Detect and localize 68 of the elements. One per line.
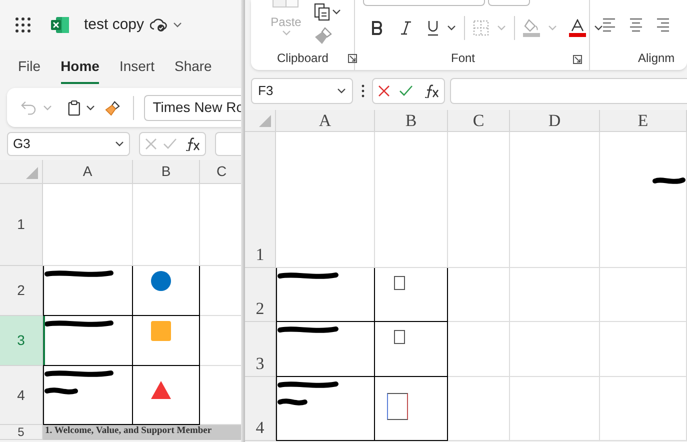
redaction-mark [652, 176, 686, 186]
formula-input[interactable] [450, 78, 687, 104]
function-icon[interactable] [423, 84, 440, 98]
redaction-mark [44, 319, 114, 329]
spreadsheet-logo-icon [51, 16, 69, 34]
missing-glyph-icon [394, 276, 405, 290]
formula-input[interactable] [215, 132, 244, 156]
chevron-icon[interactable] [115, 141, 124, 147]
chevron-icon[interactable] [447, 25, 456, 31]
function-icon[interactable] [184, 137, 200, 151]
ribbon-tab[interactable]: Insert [119, 56, 154, 84]
more-options-icon[interactable] [361, 84, 365, 98]
row-header[interactable]: 3 [0, 316, 43, 366]
ribbon-tab[interactable]: Share [174, 56, 212, 84]
font-color-icon[interactable] [569, 19, 586, 37]
banner-text: 1. Welcome, Value, and Support Member [45, 426, 213, 437]
table-cell [448, 322, 510, 377]
column-header[interactable]: A [276, 110, 375, 132]
column-header[interactable]: D [510, 110, 600, 132]
row-header[interactable]: 1 [245, 132, 276, 268]
group-label: Alignm [638, 50, 675, 67]
document-title[interactable]: test copy [84, 14, 144, 36]
group-label: Clipboard [277, 50, 328, 67]
dialog-launcher-icon[interactable] [573, 55, 582, 64]
missing-glyph-icon [394, 330, 405, 344]
chevron-icon[interactable] [337, 88, 346, 94]
row-header[interactable]: 4 [0, 366, 43, 425]
align-right-icon[interactable] [656, 18, 670, 32]
bold-icon[interactable] [371, 21, 383, 35]
clipboard-icon[interactable] [68, 98, 80, 116]
cloud-saved-icon [150, 18, 168, 32]
ribbon-tab[interactable]: File [18, 56, 41, 84]
column-header[interactable]: A [43, 160, 133, 184]
app-launcher-icon[interactable] [15, 17, 31, 33]
missing-glyph-icon [387, 393, 408, 420]
row-header[interactable]: 4 [245, 377, 276, 441]
underline-icon[interactable] [427, 20, 439, 36]
row-header[interactable]: 1 [0, 184, 43, 266]
italic-icon[interactable] [401, 21, 411, 35]
cancel-icon[interactable] [378, 85, 390, 97]
column-header[interactable]: C [200, 160, 244, 184]
name-box[interactable]: G3 [7, 132, 130, 156]
column-header[interactable]: C [448, 110, 510, 132]
dialog-launcher-icon[interactable] [348, 54, 358, 62]
chevron-icon[interactable] [594, 25, 603, 31]
confirm-icon[interactable] [399, 85, 414, 97]
chevron-icon[interactable] [86, 104, 96, 110]
row-header[interactable]: 2 [0, 266, 43, 316]
chevron-icon[interactable] [173, 22, 182, 28]
align-left-icon[interactable] [602, 18, 616, 32]
row-header[interactable]: 3 [245, 322, 276, 377]
row-header[interactable]: 5 [0, 425, 43, 440]
table-cell [448, 377, 510, 441]
ribbon-tab[interactable]: Home [60, 56, 100, 84]
column-header[interactable]: B [375, 110, 448, 132]
row-header[interactable]: 2 [245, 268, 276, 322]
table-cell [448, 268, 510, 322]
format-painter-icon[interactable] [105, 98, 121, 116]
group-label: Font [451, 50, 476, 67]
column-header[interactable]: E [600, 110, 687, 132]
fill-color-icon[interactable] [523, 19, 540, 37]
name-box[interactable]: F3 [251, 78, 353, 104]
copy-icon[interactable] [314, 3, 330, 21]
align-center-icon[interactable] [629, 18, 643, 32]
font-size-field[interactable] [488, 0, 530, 6]
chevron-icon[interactable] [332, 9, 341, 15]
font-name-field[interactable] [363, 0, 485, 6]
column-header[interactable]: B [133, 160, 200, 184]
